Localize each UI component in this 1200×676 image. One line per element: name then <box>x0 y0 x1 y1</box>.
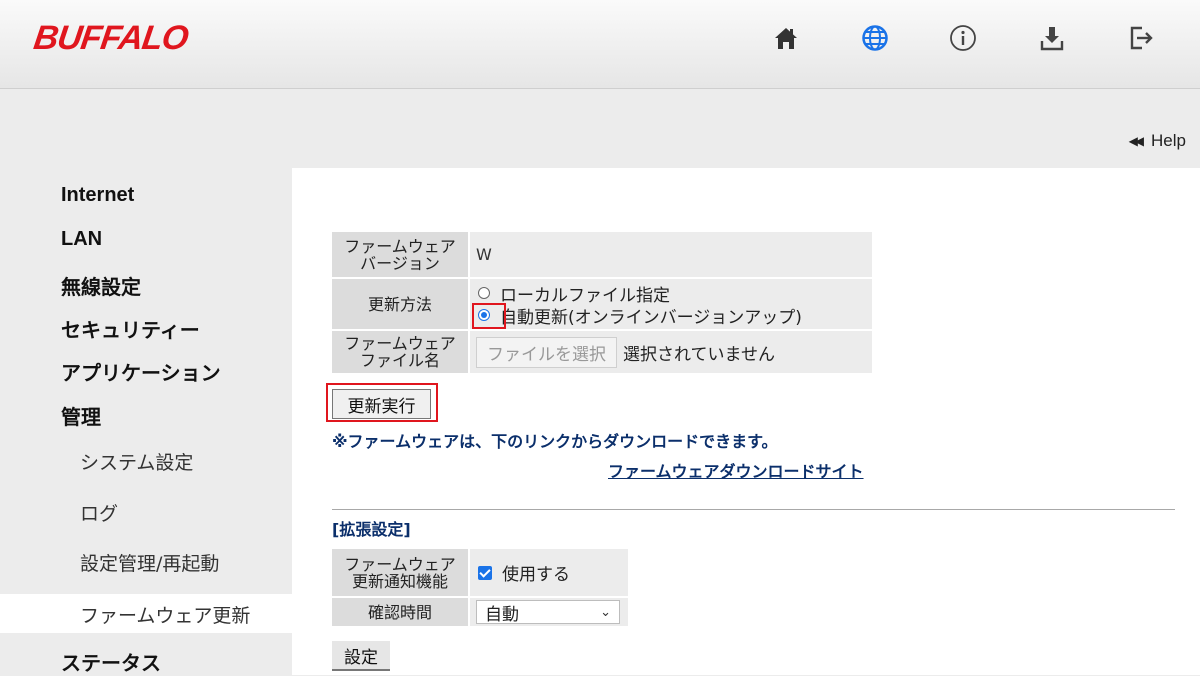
top-header: BUFFALO <box>0 0 1200 89</box>
file-label: ファームウェア ファイル名 <box>332 330 470 375</box>
download-note: ※ファームウェアは、下のリンクからダウンロードできます。 <box>332 432 778 451</box>
choose-file-button[interactable]: ファイルを選択 <box>476 336 617 368</box>
globe-icon[interactable] <box>860 22 890 54</box>
sidebar-item-status[interactable]: ステータス <box>61 647 161 676</box>
time-field: 自動 ⌄ <box>469 597 628 628</box>
sidebar-item-lan[interactable]: LAN <box>61 228 102 251</box>
time-label: 確認時間 <box>332 597 470 628</box>
sidebar-item-security[interactable]: セキュリティー <box>61 314 200 343</box>
extended-form-table: ファームウェア 更新通知機能 使用する 確認時間 自動 ⌄ <box>332 549 628 628</box>
firmware-download-link[interactable]: ファームウェアダウンロードサイト <box>608 458 864 482</box>
extended-settings-title: [拡張設定] <box>332 520 411 539</box>
method-auto-option[interactable]: 自動更新(オンラインバージョンアップ) <box>470 304 872 328</box>
buffalo-logo[interactable]: BUFFALO <box>31 18 190 58</box>
auto-radio-highlight <box>472 303 506 329</box>
notify-checkbox[interactable] <box>478 565 492 580</box>
file-status-text: 選択されていません <box>623 344 775 365</box>
section-divider <box>332 509 1175 510</box>
firmware-form-table: ファームウェア バージョン W 更新方法 ローカルファイル指定 自動更新(オンライ… <box>332 232 872 375</box>
help-toggle[interactable]: ◀◀ Help <box>1129 131 1186 151</box>
sidebar-item-management[interactable]: 管理 <box>61 401 101 430</box>
method-label: 更新方法 <box>332 278 470 331</box>
time-select[interactable]: 自動 ⌄ <box>476 600 620 625</box>
sidebar-subitem-system[interactable]: システム設定 <box>80 448 193 475</box>
download-icon[interactable] <box>1037 22 1067 54</box>
file-field: ファイルを選択 選択されていません <box>469 330 872 375</box>
sidebar-item-application[interactable]: アプリケーション <box>61 357 221 386</box>
logout-icon[interactable] <box>1126 22 1156 54</box>
sidebar-subitem-firmware-update[interactable]: ファームウェア更新 <box>80 601 250 628</box>
set-button[interactable]: 設定 <box>332 641 390 671</box>
notify-label: ファームウェア 更新通知機能 <box>332 549 470 598</box>
method-local-radio[interactable] <box>478 287 490 299</box>
sidebar-item-internet[interactable]: Internet <box>61 184 134 207</box>
version-value: W <box>469 232 872 279</box>
version-label: ファームウェア バージョン <box>332 232 470 279</box>
notify-field: 使用する <box>469 549 628 598</box>
sidebar-item-wireless[interactable]: 無線設定 <box>61 271 141 300</box>
collapse-arrows-icon: ◀◀ <box>1128 134 1145 148</box>
sidebar-subitem-config-reboot[interactable]: 設定管理/再起動 <box>80 549 219 576</box>
sidebar-subitem-log[interactable]: ログ <box>80 499 118 526</box>
info-icon[interactable] <box>948 22 978 54</box>
chevron-down-icon: ⌄ <box>600 604 611 620</box>
update-button-highlight <box>326 383 438 422</box>
method-options: ローカルファイル指定 自動更新(オンラインバージョンアップ) <box>469 278 872 331</box>
help-label: Help <box>1151 131 1186 150</box>
home-icon[interactable] <box>771 22 801 54</box>
method-local-option[interactable]: ローカルファイル指定 <box>470 282 872 306</box>
